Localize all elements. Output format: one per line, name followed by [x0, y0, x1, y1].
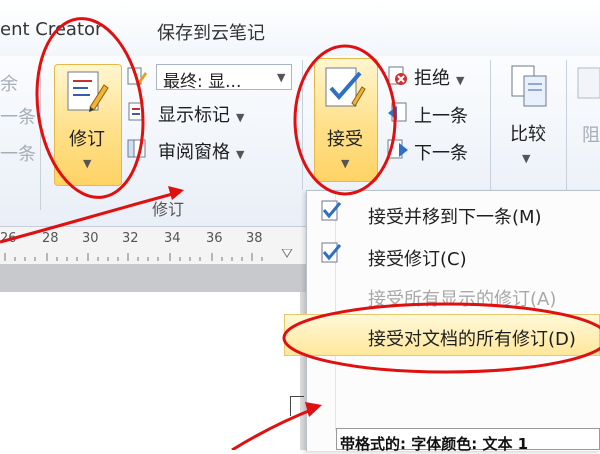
reject-label: 拒绝 [414, 68, 450, 89]
reviewing-pane-label: 审阅窗格 [158, 142, 230, 163]
restrict-editing-icon [577, 67, 600, 99]
next-change-button[interactable]: 下一条 [414, 139, 468, 165]
next-change-icon [387, 139, 408, 159]
chevron-down-icon: ▼ [341, 157, 350, 170]
faded-item-3: 一条 [0, 144, 36, 165]
reviewing-pane-icon [127, 139, 146, 158]
show-markup-button[interactable]: 显示标记 ▼ [158, 101, 244, 127]
reviewing-pane-button[interactable]: 审阅窗格 ▼ [158, 138, 244, 164]
chevron-down-icon: ▼ [236, 111, 245, 124]
previous-change-button[interactable]: 上一条 [414, 102, 468, 128]
tab-add-in[interactable]: ent Creator [0, 19, 102, 40]
accept-change-icon [321, 242, 342, 263]
faded-item-1: 余 [0, 74, 18, 95]
ruler-tick-label: 26 [0, 231, 17, 246]
chevron-down-icon: ▼ [236, 148, 245, 161]
group-label-tracking: 修订 [152, 200, 185, 219]
balloon-connector-vertical [290, 396, 291, 416]
display-for-review-value: 最终: 显... [163, 72, 242, 92]
display-for-review-icon [127, 67, 147, 87]
menu-item-accept-all-shown: 接受所有显示的修订(A) [368, 289, 557, 310]
chevron-down-icon: ▼ [83, 157, 92, 170]
show-markup-label: 显示标记 [158, 105, 230, 126]
balloon-connector [290, 396, 304, 397]
track-changes-button[interactable]: 修订 ▼ [54, 64, 122, 186]
ruler-ticks [4, 249, 293, 261]
horizontal-ruler[interactable]: 26 28 30 32 34 36 38 [0, 226, 310, 266]
reject-button[interactable]: 拒绝 ▼ [414, 64, 464, 90]
compare-label: 比较 [510, 124, 546, 145]
ruler-tick-label: 30 [82, 231, 99, 246]
ruler-tick-label: 38 [246, 231, 263, 246]
ruler-margin-area [0, 264, 310, 292]
accept-label: 接受 [327, 129, 363, 150]
ruler-tick-label: 36 [206, 231, 223, 246]
faded-item-2: 一条 [0, 107, 36, 128]
compare-button[interactable]: 比较 ▼ [510, 120, 546, 165]
previous-change-icon [388, 102, 407, 122]
accept-and-move-icon [321, 200, 342, 221]
track-changes-label: 修订 [69, 129, 105, 150]
group-separator [490, 60, 491, 190]
menu-item-accept-and-move-next[interactable]: 接受并移到下一条(M) [368, 203, 542, 229]
display-for-review-dropdown[interactable]: 最终: 显... ▼ [156, 64, 292, 92]
group-separator [40, 60, 41, 210]
chevron-down-icon: ▼ [456, 74, 465, 87]
menu-item-accept-change[interactable]: 接受修订(C) [368, 245, 467, 271]
chevron-down-icon: ▼ [277, 71, 286, 84]
menu-item-accept-all-changes[interactable]: 接受对文档的所有修订(D) [368, 325, 576, 351]
accept-icon [325, 67, 366, 107]
group-separator [302, 60, 303, 190]
accept-button[interactable]: 接受 ▼ [314, 58, 378, 182]
tab-save-to-cloud-notes[interactable]: 保存到云笔记 [157, 19, 265, 45]
group-separator [566, 60, 567, 190]
reject-icon [388, 66, 407, 85]
ruler-tick-label: 34 [164, 231, 181, 246]
ruler-tick-label: 28 [42, 231, 59, 246]
show-markup-icon [128, 102, 144, 121]
tab-bar: ent Creator 保存到云笔记 [0, 0, 600, 57]
formatting-balloon-text: 带格式的: 字体颜色: 文本 1 [340, 435, 529, 453]
track-changes-icon [67, 71, 109, 112]
restrict-editing-button[interactable]: 阻 [582, 121, 600, 147]
menu-icon-gutter [335, 191, 336, 431]
ruler-tick-label: 32 [122, 231, 139, 246]
compare-icon [511, 65, 547, 107]
document-page[interactable] [0, 292, 300, 450]
chevron-down-icon: ▼ [522, 152, 531, 165]
